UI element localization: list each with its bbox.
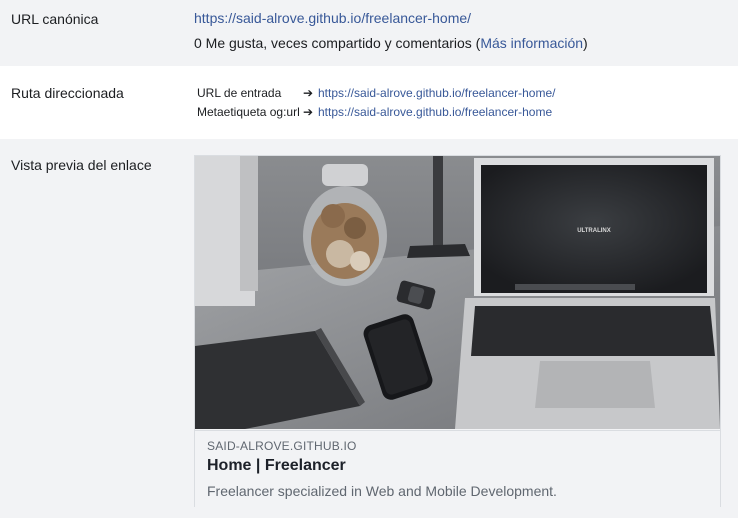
redirect-path-row: Ruta direccionada URL de entrada ➔ https… (0, 66, 738, 139)
engagement-stats: 0 Me gusta, veces compartido y comentari… (194, 35, 588, 51)
preview-description: Freelancer specialized in Web and Mobile… (207, 483, 557, 499)
canonical-url-row: URL canónica https://said-alrove.github.… (0, 0, 738, 66)
preview-domain: SAID-ALROVE.GITHUB.IO (207, 439, 357, 453)
input-url-key: URL de entrada (197, 86, 282, 100)
right-arrow-icon: ➔ (303, 105, 314, 119)
canonical-url-label: URL canónica (11, 11, 99, 27)
redirect-path-label: Ruta direccionada (11, 85, 124, 101)
right-arrow-icon: ➔ (303, 86, 314, 100)
input-url-line: URL de entrada ➔ https://said-alrove.git… (197, 86, 555, 100)
og-url-link[interactable]: https://said-alrove.github.io/freelancer… (318, 105, 552, 119)
preview-meta: SAID-ALROVE.GITHUB.IO Home | Freelancer … (195, 430, 720, 507)
canonical-url-link[interactable]: https://said-alrove.github.io/freelancer… (194, 10, 471, 26)
link-preview-card[interactable]: ULTRALINX SAID-ALROVE.GITHUB.IO Home | F… (194, 155, 721, 507)
link-preview-row: Vista previa del enlace ULTRALINX SAID-A… (0, 139, 738, 518)
screen-brand-text: ULTRALINX (577, 228, 611, 234)
preview-title[interactable]: Home | Freelancer (207, 457, 346, 475)
more-info-link[interactable]: Más información (480, 35, 583, 51)
link-preview-label: Vista previa del enlace (11, 157, 152, 173)
preview-image[interactable]: ULTRALINX (195, 156, 720, 429)
engagement-stats-text: 0 Me gusta, veces compartido y comentari… (194, 35, 481, 51)
laptop-desk-photo: ULTRALINX (195, 156, 720, 429)
og-url-line: Metaetiqueta og:url ➔ https://said-alrov… (197, 105, 552, 119)
engagement-stats-close: ) (583, 35, 588, 51)
input-url-link[interactable]: https://said-alrove.github.io/freelancer… (318, 86, 555, 100)
og-url-key: Metaetiqueta og:url (197, 105, 300, 119)
